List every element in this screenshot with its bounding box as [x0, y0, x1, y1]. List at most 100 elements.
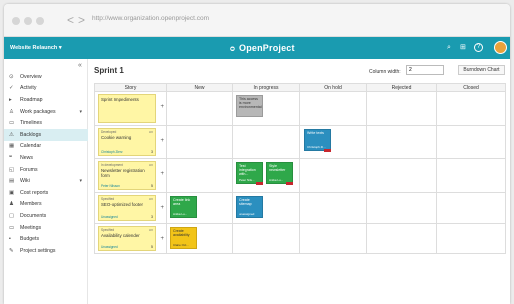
story-badge: UV: [148, 130, 153, 134]
add-task-icon[interactable]: +: [160, 138, 164, 144]
sidebar-item-label: Timelines: [20, 120, 43, 127]
sidebar-item-label: Roadmap: [20, 96, 43, 103]
story-card[interactable]: Sprint Impediments: [98, 94, 156, 123]
task-card[interactable]: Write texts Christoph Zi...: [304, 129, 331, 152]
sidebar-item-forums[interactable]: ◱ Forums: [4, 164, 88, 176]
table-row: UV Specified Availability calender Unass…: [94, 223, 506, 254]
story-points: 5: [151, 245, 153, 249]
sidebar-item-label: News: [20, 154, 33, 161]
sidebar-item-calendar[interactable]: ▦ Calendar: [4, 141, 88, 153]
project-sidebar: « ⊙ Overview ✓ Activity ▸ Roadmap ♙ Work packag…: [4, 59, 88, 304]
add-task-icon[interactable]: +: [160, 104, 164, 110]
sidebar-item-label: Activity: [20, 85, 37, 92]
story-points: 5: [151, 184, 153, 188]
app-header: Website Relaunch ▾ ᴑ OpenProject ⌕ ⊞ ?: [4, 37, 510, 59]
minimize-window-dot[interactable]: [24, 17, 32, 25]
news-icon: ❝: [9, 154, 12, 161]
story-badge: UV: [148, 163, 153, 167]
story-assignee: Christoph Zierz: [101, 150, 123, 154]
add-task-icon[interactable]: +: [160, 171, 164, 177]
sidebar-item-backlogs[interactable]: ⚠ Backlogs: [4, 128, 88, 141]
sidebar-item-news[interactable]: ❝ News: [4, 152, 88, 164]
task-card[interactable]: Style newsletter Anika Lu...: [266, 162, 293, 185]
column-width-input[interactable]: [406, 65, 444, 75]
sidebar-item-meetings[interactable]: ▭ Meetings: [4, 222, 88, 234]
logo-text: OpenProject: [239, 43, 295, 53]
burndown-chart-button[interactable]: Burndown Chart: [458, 65, 505, 75]
sidebar-item-label: Meetings: [20, 224, 42, 231]
story-title: Cookie warning: [101, 135, 132, 140]
story-cell: UV Specified SEO-optimized footer Unassi…: [94, 192, 167, 224]
modules-grid-icon[interactable]: ⊞: [460, 43, 466, 53]
project-name: Website Relaunch: [10, 45, 58, 51]
logo-mark-icon: ᴑ: [230, 44, 236, 53]
story-card[interactable]: UV Specified SEO-optimized footer Unassi…: [98, 195, 156, 221]
column-header-on-hold: On hold: [299, 83, 367, 92]
activity-icon: ✓: [9, 85, 14, 92]
task-title: Create availability: [173, 229, 190, 237]
project-selector[interactable]: Website Relaunch ▾: [10, 44, 62, 52]
forums-icon: ◱: [9, 166, 15, 173]
sidebar-item-project-settings[interactable]: ✎ Project settings: [4, 245, 88, 257]
story-cell: UV Developed Cookie warning Christoph Zi…: [94, 125, 167, 159]
members-icon: ♟: [9, 201, 14, 208]
task-assignee: Anika Lu...: [269, 178, 284, 182]
sidebar-item-wiki[interactable]: ▤ Wiki ▾: [4, 175, 88, 187]
task-card[interactable]: Create sitemap unassigned: [236, 196, 263, 218]
table-row: Sprint Impediments + This access is more…: [94, 91, 506, 126]
story-card[interactable]: UV In development Newsletter registratio…: [98, 161, 156, 190]
story-title: Newsletter registration form: [101, 168, 145, 178]
chevron-down-icon[interactable]: ▾: [79, 109, 82, 115]
maximize-window-dot[interactable]: [36, 17, 44, 25]
task-card[interactable]: Test integration with... Peter Nils...: [236, 162, 263, 185]
close-window-dot[interactable]: [12, 17, 20, 25]
story-assignee: Peter Nilsson: [101, 184, 120, 188]
sidebar-item-documents[interactable]: ▢ Documents: [4, 210, 88, 222]
wiki-icon: ▤: [9, 178, 15, 185]
back-icon[interactable]: <: [67, 13, 74, 27]
task-card[interactable]: Create availability Claire Oct...: [170, 227, 197, 249]
task-card[interactable]: This access is more environmental: [236, 95, 263, 117]
forward-icon[interactable]: >: [78, 13, 85, 27]
story-assignee: Unassigned: [101, 245, 118, 249]
task-title: Write texts: [307, 131, 324, 135]
task-title: Create link area: [173, 198, 191, 206]
sidebar-item-budgets[interactable]: ▪ Budgets: [4, 233, 88, 245]
work-packages-icon: ♙: [9, 108, 14, 115]
sidebar-item-label: Project settings: [20, 247, 56, 254]
story-title: Availability calender: [101, 233, 140, 238]
sidebar-item-roadmap[interactable]: ▸ Roadmap: [4, 94, 88, 106]
sidebar-item-members[interactable]: ♟ Members: [4, 199, 88, 211]
story-cell: UV In development Newsletter registratio…: [94, 158, 167, 193]
story-card[interactable]: UV Developed Cookie warning Christoph Zi…: [98, 128, 156, 156]
page-title: Sprint 1: [94, 66, 124, 75]
add-task-icon[interactable]: +: [160, 205, 164, 211]
sidebar-item-label: Documents: [20, 212, 47, 219]
sidebar-item-timelines[interactable]: ▭ Timelines: [4, 117, 88, 129]
sidebar-item-activity[interactable]: ✓ Activity: [4, 83, 88, 95]
project-settings-icon: ✎: [9, 247, 14, 254]
url-bar[interactable]: http://www.organization.openproject.com: [92, 12, 209, 26]
chevron-down-icon[interactable]: ▾: [79, 178, 82, 184]
column-width-label: Column width:: [369, 69, 401, 75]
budgets-icon: ▪: [9, 236, 11, 243]
calendar-icon: ▦: [9, 143, 15, 150]
user-avatar[interactable]: [494, 41, 507, 54]
task-title: Style newsletter: [269, 164, 286, 172]
story-cell: UV Specified Availability calender Unass…: [94, 223, 167, 254]
search-icon[interactable]: ⌕: [447, 43, 451, 53]
task-card[interactable]: Create link area Anika Lu...: [170, 196, 197, 218]
task-assignee: Anika Lu...: [173, 212, 188, 216]
add-task-icon[interactable]: +: [160, 236, 164, 242]
sidebar-item-label: Cost reports: [20, 189, 49, 196]
task-title: Test integration with...: [239, 164, 256, 176]
sidebar-item-overview[interactable]: ⊙ Overview: [4, 71, 88, 83]
sidebar-item-cost-reports[interactable]: ▣ Cost reports: [4, 187, 88, 199]
sidebar-item-label: Work packages: [20, 108, 56, 115]
openproject-logo[interactable]: ᴑ OpenProject: [230, 41, 295, 56]
story-card[interactable]: UV Specified Availability calender Unass…: [98, 226, 156, 251]
help-icon[interactable]: ?: [474, 43, 483, 52]
sidebar-item-work-packages[interactable]: ♙ Work packages ▾: [4, 106, 88, 118]
collapse-sidebar-icon[interactable]: «: [78, 62, 82, 69]
sidebar-item-label: Calendar: [20, 143, 42, 150]
